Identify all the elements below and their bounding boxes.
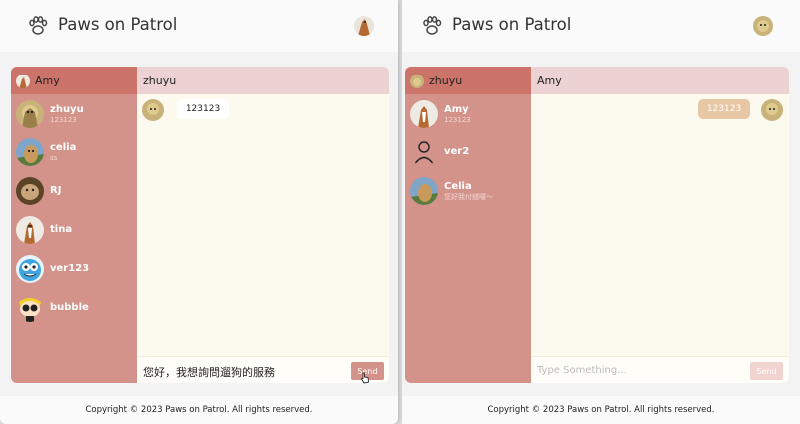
contact-name: celia xyxy=(50,141,77,153)
chat-window: zhuyu Amy 123123 ver2 Celia 您好我付錢囉～ Amy … xyxy=(405,67,789,383)
contact-avatar xyxy=(16,138,44,166)
contact-name: Celia xyxy=(444,180,472,192)
paw-logo-icon[interactable] xyxy=(26,14,50,38)
message-input-bar: Type Something... Send xyxy=(531,356,789,383)
current-user-header: zhuyu xyxy=(405,67,531,94)
message-avatar xyxy=(761,99,783,121)
message-input[interactable]: Type Something... xyxy=(537,365,627,376)
contact-item-rj[interactable]: RJ xyxy=(16,176,61,206)
contact-item-tina[interactable]: tina xyxy=(16,215,72,245)
message-input-bar: 您好，我想詢問遛狗的服務 Send xyxy=(137,356,389,383)
pointer-cursor-icon xyxy=(360,372,369,384)
current-user-header: Amy xyxy=(11,67,137,94)
current-user-name: zhuyu xyxy=(429,74,463,87)
user-avatar[interactable] xyxy=(753,16,773,36)
contact-avatar xyxy=(16,294,44,322)
current-user-name: Amy xyxy=(35,74,60,87)
brand-name[interactable]: Paws on Patrol xyxy=(58,15,177,34)
received-message: 123123 xyxy=(177,99,229,119)
footer: Copyright © 2023 Paws on Patrol. All rig… xyxy=(402,396,800,424)
contact-item-bubble[interactable]: bubble xyxy=(16,293,89,323)
contact-name: ver2 xyxy=(444,146,470,157)
contact-avatar xyxy=(410,100,438,128)
contact-avatar xyxy=(410,177,438,205)
paw-logo-icon[interactable] xyxy=(420,14,444,38)
contact-name: Amy xyxy=(444,103,469,115)
contact-name: RJ xyxy=(50,185,62,196)
brand-name[interactable]: Paws on Patrol xyxy=(452,15,571,34)
chat-window: Amy zhuyu 123123 celia ss RJ tina ver123… xyxy=(11,67,389,383)
contact-avatar xyxy=(16,100,44,128)
header: Paws on Patrol xyxy=(402,0,800,52)
sent-message: 123123 xyxy=(698,99,750,119)
contact-item-ver2[interactable]: ver2 xyxy=(410,137,469,167)
contact-preview: ss xyxy=(50,153,58,162)
contact-sidebar: zhuyu Amy 123123 ver2 Celia 您好我付錢囉～ xyxy=(405,67,531,383)
left-window: Paws on Patrol Amy zhuyu 123123 celia ss… xyxy=(0,0,398,424)
contact-preview: 您好我付錢囉～ xyxy=(444,192,493,201)
contact-name: ver123 xyxy=(50,263,90,274)
contact-preview: 123123 xyxy=(444,115,471,124)
current-user-avatar xyxy=(410,74,424,88)
right-window: Paws on Patrol zhuyu Amy 123123 ver2 Cel… xyxy=(402,0,800,424)
contact-preview: 123123 xyxy=(50,115,77,124)
message-input[interactable]: 您好，我想詢問遛狗的服務 xyxy=(143,364,275,380)
current-user-avatar xyxy=(16,74,30,88)
contact-name: bubble xyxy=(50,302,89,313)
conversation-header: Amy xyxy=(531,67,789,94)
message-avatar xyxy=(142,99,164,121)
contact-name: tina xyxy=(50,224,73,235)
contact-item-celia[interactable]: celia ss xyxy=(16,137,76,167)
contact-sidebar: Amy zhuyu 123123 celia ss RJ tina ver123… xyxy=(11,67,137,383)
contact-avatar xyxy=(16,177,44,205)
contact-avatar xyxy=(16,216,44,244)
conversation-panel: Amy 123123 Type Something... Send xyxy=(531,67,789,383)
contact-item-zhuyu[interactable]: zhuyu 123123 xyxy=(16,99,84,129)
conversation-header: zhuyu xyxy=(137,67,389,94)
header: Paws on Patrol xyxy=(0,0,398,52)
contact-avatar xyxy=(16,255,44,283)
contact-item-amy[interactable]: Amy 123123 xyxy=(410,99,471,129)
contact-item-celia[interactable]: Celia 您好我付錢囉～ xyxy=(410,176,493,206)
contact-name: zhuyu xyxy=(50,103,84,115)
footer: Copyright © 2023 Paws on Patrol. All rig… xyxy=(0,396,398,424)
user-avatar[interactable] xyxy=(354,16,374,36)
send-button[interactable]: Send xyxy=(750,362,783,380)
contact-item-ver123[interactable]: ver123 xyxy=(16,254,89,284)
conversation-panel: zhuyu 123123 您好，我想詢問遛狗的服務 Send xyxy=(137,67,389,383)
default-user-icon xyxy=(410,138,438,166)
